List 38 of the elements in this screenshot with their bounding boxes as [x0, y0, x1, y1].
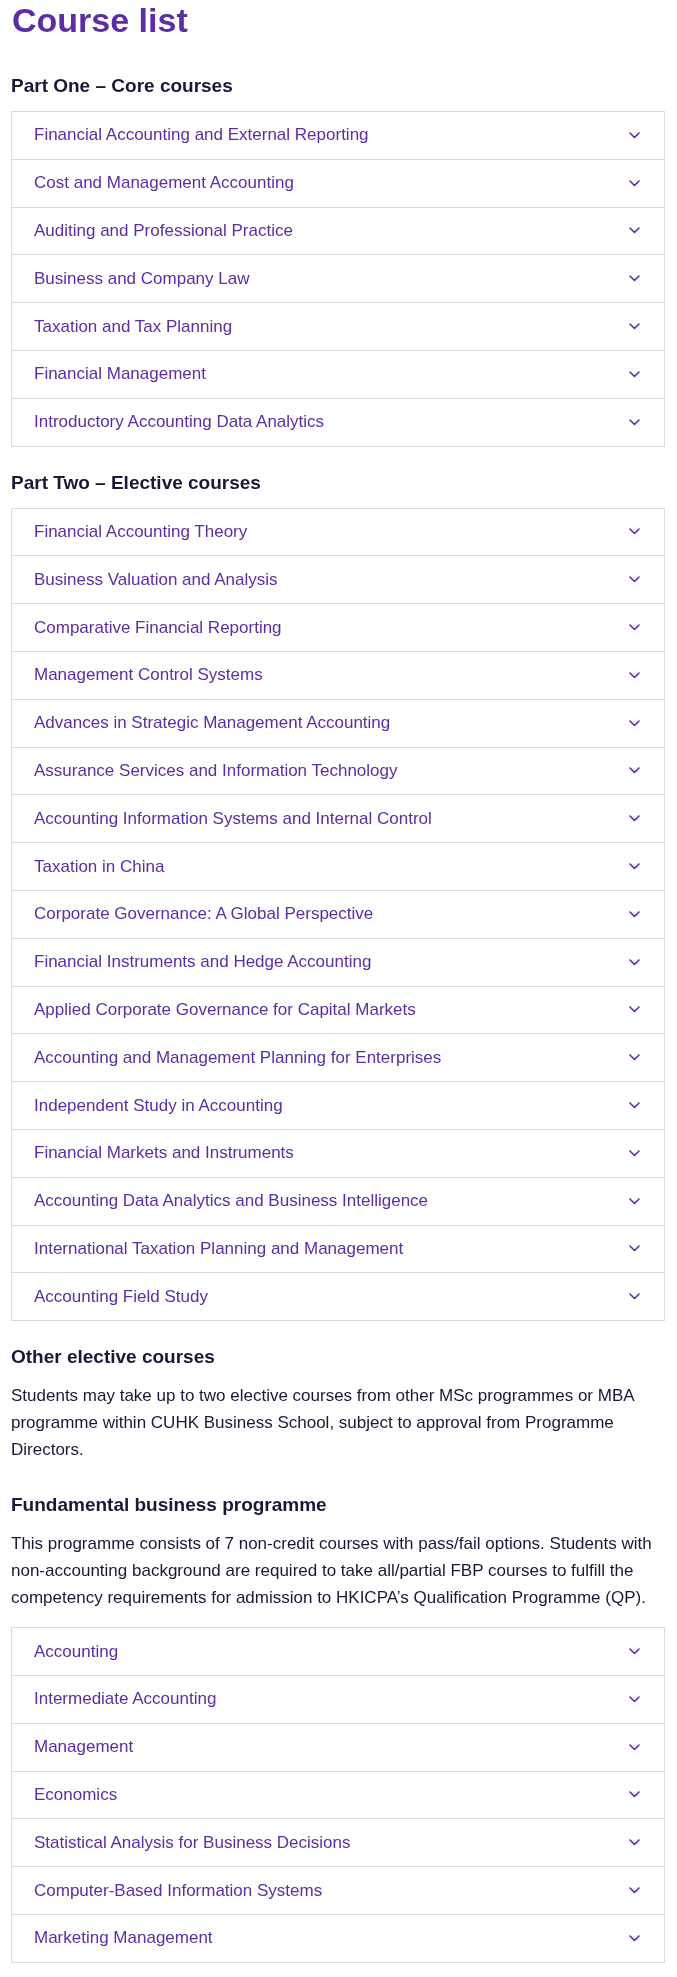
section-heading: Fundamental business programme — [11, 1493, 327, 1518]
chevron-down-icon — [629, 1934, 640, 1942]
chevron-down-icon — [629, 1791, 640, 1799]
chevron-down-icon — [629, 370, 640, 378]
chevron-down-icon — [629, 1054, 640, 1062]
chevron-down-icon — [629, 1197, 640, 1205]
chevron-down-icon — [629, 1648, 640, 1655]
section-heading: Other elective courses — [11, 1345, 215, 1370]
chevron-down-icon — [629, 131, 640, 139]
page-title: Course list — [11, 0, 188, 40]
chevron-down-icon — [629, 815, 640, 823]
chevron-down-icon — [629, 1887, 640, 1894]
chevron-down-icon — [629, 958, 640, 966]
chevron-down-icon — [629, 227, 640, 235]
chevron-down-icon — [629, 767, 640, 775]
chevron-down-icon — [629, 719, 640, 727]
chevron-down-icon — [629, 863, 640, 871]
chevron-down-icon — [629, 1245, 640, 1253]
chevron-down-icon — [629, 1149, 640, 1157]
chevron-down-icon — [629, 1695, 640, 1703]
chevron-down-icon — [629, 275, 640, 283]
chevron-down-icon — [629, 1293, 640, 1301]
chevron-down-icon — [629, 1839, 640, 1847]
chevron-down-icon — [629, 910, 640, 918]
chevron-down-icon — [629, 671, 640, 679]
chevron-down-icon — [629, 418, 640, 426]
chevron-down-icon — [629, 1006, 640, 1014]
chevron-down-icon — [629, 528, 640, 536]
section-description: Students may take up to two elective courses from other MSc programmes or MBA programme within CUHK Business School, subject to approval from Programme Directors. — [11, 1385, 636, 1462]
chevron-down-icon — [629, 1102, 640, 1110]
chevron-down-icon — [629, 624, 640, 632]
chevron-down-icon — [629, 323, 640, 331]
chevron-down-icon — [629, 179, 640, 187]
section-heading: Part Two – Elective courses — [11, 470, 261, 495]
section-description: This programme consists of 7 non-credit courses with pass/fail options. Students with non-accounting background are required to take all/partial FBP courses to fulfill the competency requirements for admission to HKICPA’s Qualification Programme (QP). — [11, 1533, 653, 1610]
chevron-down-icon — [629, 1743, 640, 1751]
chevron-down-icon — [629, 576, 640, 584]
section-heading: Part One – Core courses — [11, 74, 233, 98]
